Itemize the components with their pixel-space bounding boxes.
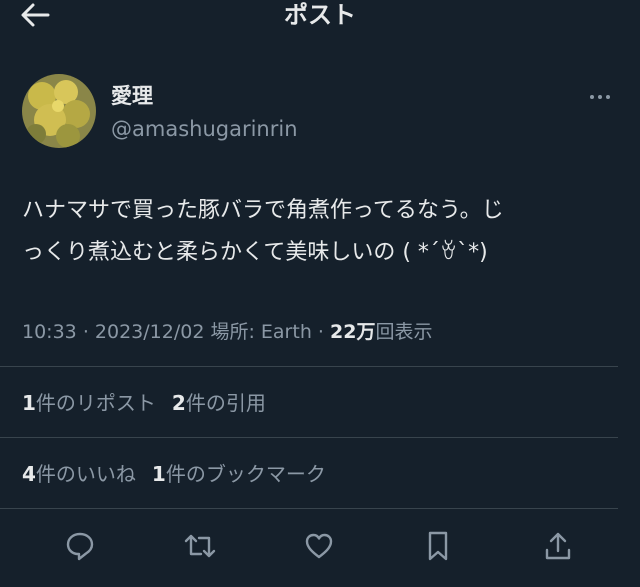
repost-button[interactable]	[182, 528, 218, 564]
bookmarks-link[interactable]: 1件のブックマーク	[152, 462, 326, 486]
share-button[interactable]	[540, 528, 576, 564]
avatar[interactable]	[22, 74, 96, 148]
post-text: ハナマサで買った豚バラで角煮作ってるなう。じ っくり煮込むと柔らかくて美味しいの…	[22, 190, 622, 274]
action-bar	[0, 520, 640, 570]
post-text-line: っくり煮込むと柔らかくて美味しいの ( *´ꈊ`*)	[22, 240, 488, 265]
post-text-line: ハナマサで買った豚バラで角煮作ってるなう。じ	[22, 198, 504, 223]
likes-link[interactable]: 4件のいいね	[22, 462, 136, 486]
repost-icon	[184, 534, 216, 558]
views-label: 回表示	[375, 321, 433, 343]
reply-icon	[66, 532, 94, 561]
divider	[0, 437, 618, 438]
stats-row-reposts: 1件のリポスト 2件の引用	[22, 389, 266, 417]
views-count: 22万	[330, 321, 376, 343]
top-bar: ポスト	[0, 0, 640, 34]
bookmark-icon	[428, 531, 448, 561]
divider	[0, 366, 618, 367]
reposts-count: 1	[22, 391, 36, 415]
likes-label: 件のいいね	[35, 462, 136, 486]
reply-button[interactable]	[62, 528, 98, 564]
bookmarks-count: 1	[151, 462, 166, 486]
reposts-link[interactable]: 1件のリポスト	[22, 391, 156, 415]
meta-separator: ·	[82, 321, 89, 343]
like-button[interactable]	[301, 528, 337, 564]
post-location[interactable]: 場所: Earth	[210, 321, 311, 343]
likes-count: 4	[22, 462, 36, 486]
bookmarks-label: 件のブックマーク	[165, 462, 326, 486]
quotes-count: 2	[171, 391, 186, 415]
post-date[interactable]: 2023/12/02	[95, 321, 205, 343]
quotes-label: 件の引用	[185, 391, 266, 415]
share-icon	[545, 532, 571, 560]
post-meta: 10:33 · 2023/12/02 場所: Earth · 22万回表示	[22, 318, 432, 346]
meta-separator: ·	[317, 321, 324, 343]
page-title: ポスト	[284, 1, 356, 29]
stats-row-likes: 4件のいいね 1件のブックマーク	[22, 460, 326, 488]
post-time[interactable]: 10:33	[22, 321, 77, 343]
quotes-link[interactable]: 2件の引用	[172, 391, 266, 415]
bookmark-button[interactable]	[420, 528, 456, 564]
author-name[interactable]: 愛理	[111, 82, 153, 110]
author-handle[interactable]: @amashugarinrin	[111, 115, 298, 143]
reposts-label: 件のリポスト	[35, 391, 156, 415]
like-icon	[305, 533, 333, 559]
more-options-icon[interactable]	[590, 90, 618, 104]
divider	[0, 508, 618, 509]
